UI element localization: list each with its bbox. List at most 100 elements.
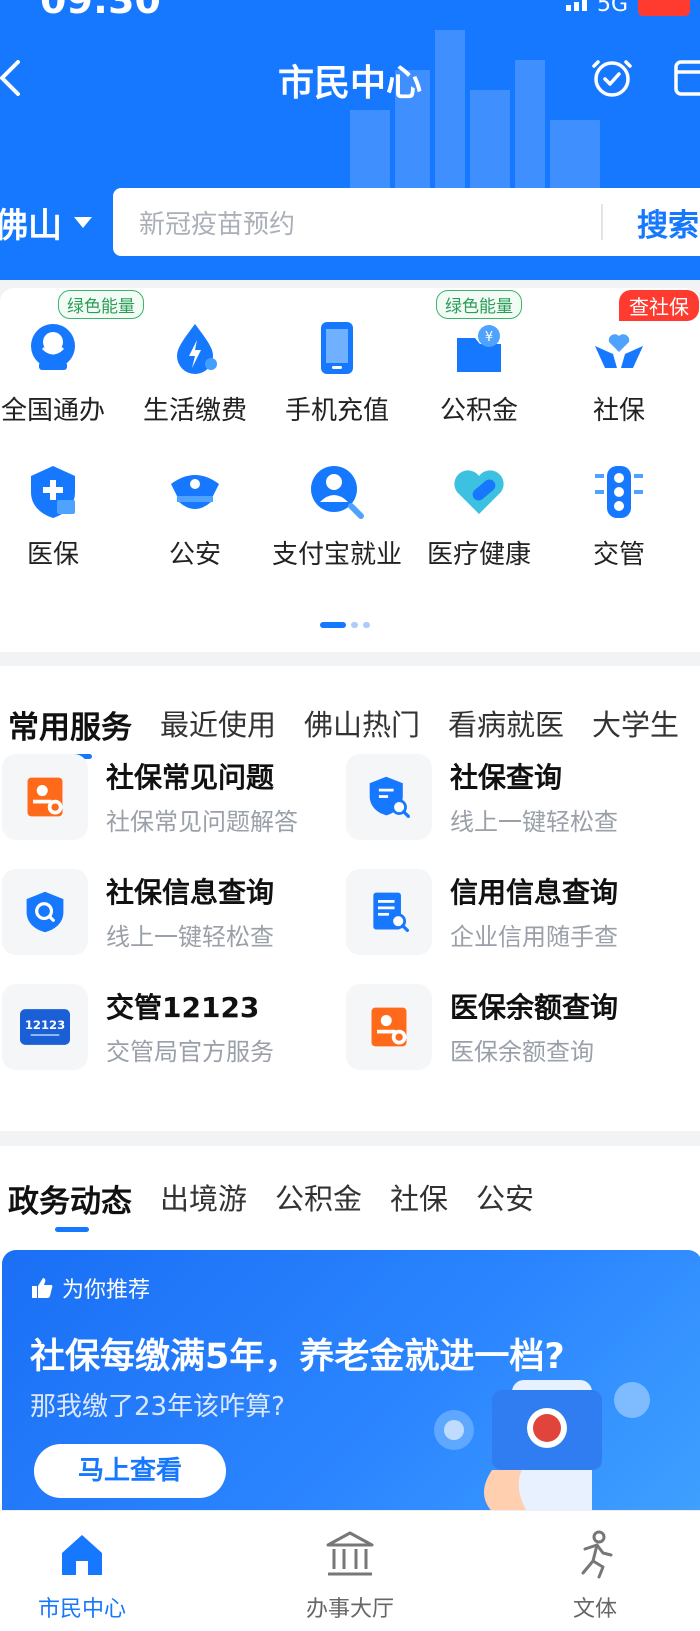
service-subtitle: 线上一键轻松查 xyxy=(450,808,618,836)
search-button[interactable]: 搜索 xyxy=(603,200,700,245)
phone-icon xyxy=(307,318,367,378)
service-medical-balance[interactable]: 医保余额查询 医保余额查询 xyxy=(346,984,686,1074)
nav-citizen-center[interactable]: 市民中心 xyxy=(2,1529,162,1623)
bottom-nav: 市民中心 办事大厅 文体 xyxy=(0,1510,700,1631)
nav-label: 市民中心 xyxy=(37,1597,126,1622)
nav-label: 办事大厅 xyxy=(305,1597,394,1622)
grid-item-employment[interactable]: 支付宝就业 xyxy=(262,462,412,571)
tab-recent[interactable]: 最近使用 xyxy=(160,702,276,747)
indicator-dot xyxy=(363,622,370,628)
banner-subtitle: 那我缴了23年该咋算? xyxy=(30,1392,285,1422)
service-social-query[interactable]: 社保查询 线上一键轻松查 xyxy=(346,754,686,844)
police-cap-icon xyxy=(165,462,225,522)
grid-label: 支付宝就业 xyxy=(271,540,402,570)
yen-folder-icon: 绿色能量 ¥ xyxy=(436,290,522,378)
grid-label: 社保 xyxy=(592,396,645,426)
svg-text:¥: ¥ xyxy=(485,330,493,345)
service-subtitle: 社保常见问题解答 xyxy=(106,808,298,836)
indicator-dot-active xyxy=(320,622,346,628)
service-title: 社保常见问题 xyxy=(106,761,275,794)
active-tab-indicator xyxy=(55,1227,89,1232)
grid-item-national[interactable]: 绿色能量 全国通办 xyxy=(0,290,144,427)
doc-search-icon xyxy=(346,869,432,955)
grid-item-phone-topup[interactable]: 手机充值 xyxy=(262,318,412,427)
status-time: 09:30 xyxy=(40,0,161,22)
recommend-banner[interactable]: 为你推荐 社保每缴满5年，养老金就进一档? 那我缴了23年该咋算? 马上查看 xyxy=(2,1250,700,1510)
lightning-drop-icon xyxy=(165,318,225,378)
tab-common-services[interactable]: 常用服务 xyxy=(8,702,132,747)
status-indicators: 5G xyxy=(565,0,690,17)
shield-search-icon xyxy=(2,869,88,955)
hands-heart-icon: 查社保 xyxy=(589,290,699,378)
person-search-icon xyxy=(307,462,367,522)
city-name: 佛山 xyxy=(0,206,62,246)
grid-label: 医保 xyxy=(26,540,79,570)
globe-service-icon: 绿色能量 xyxy=(23,290,144,378)
grid-label: 交管 xyxy=(592,540,645,570)
page-indicator xyxy=(320,622,370,628)
banner-tag-label: 为你推荐 xyxy=(62,1278,151,1303)
service-title: 交管12123 xyxy=(106,991,260,1024)
news-tabs: 政务动态 出境游 公积金 社保 公安 xyxy=(8,1176,534,1221)
service-title: 信用信息查询 xyxy=(450,876,619,909)
grid-item-traffic[interactable]: 交管 xyxy=(544,462,694,571)
medical-shield-icon xyxy=(23,462,83,522)
orange-card-icon xyxy=(2,754,88,840)
alarm-clock-icon[interactable] xyxy=(590,54,634,100)
grid-label: 手机充值 xyxy=(284,396,389,426)
grid-label: 医疗健康 xyxy=(426,540,531,570)
grid-item-utilities[interactable]: 生活缴费 xyxy=(120,318,270,427)
green-energy-badge: 绿色能量 xyxy=(58,290,144,319)
tab-medical[interactable]: 看病就医 xyxy=(448,702,564,747)
banner-tag: 为你推荐 xyxy=(30,1272,150,1304)
service-title: 医保余额查询 xyxy=(450,991,619,1024)
service-credit-query[interactable]: 信用信息查询 企业信用随手查 xyxy=(346,869,686,959)
common-services-section: 常用服务 最近使用 佛山热门 看病就医 大学生 社保常见问题 社保常见问题解答 … xyxy=(0,666,700,1131)
running-person-icon xyxy=(581,1530,613,1579)
orange-card-icon xyxy=(346,984,432,1070)
service-social-info-query[interactable]: 社保信息查询 线上一键轻松查 xyxy=(2,869,342,959)
grid-label: 公安 xyxy=(168,540,221,570)
service-social-faq[interactable]: 社保常见问题 社保常见问题解答 xyxy=(2,754,342,844)
indicator-dot xyxy=(351,622,358,628)
tab-outbound-travel[interactable]: 出境游 xyxy=(160,1176,247,1221)
city-selector[interactable]: 佛山 xyxy=(0,198,92,247)
service-title: 社保信息查询 xyxy=(106,876,275,909)
service-subtitle: 企业信用随手查 xyxy=(450,923,618,951)
nav-culture-sports[interactable]: 文体 xyxy=(515,1529,675,1623)
service-title: 社保查询 xyxy=(450,761,563,794)
nav-label: 文体 xyxy=(572,1597,617,1622)
tab-public-security[interactable]: 公安 xyxy=(476,1176,534,1221)
heart-pill-icon xyxy=(449,462,509,522)
grid-item-social-security[interactable]: 查社保 社保 xyxy=(544,290,699,427)
nav-service-hall[interactable]: 办事大厅 xyxy=(270,1529,430,1623)
news-section: 政务动态 出境游 公积金 社保 公安 为你推荐 社保每缴满5年，养老金就进一档?… xyxy=(0,1146,700,1510)
header: 09:30 5G 市民中心 佛山 新冠疫苗预约 搜索 xyxy=(0,0,700,280)
badge-12123-text: 12123 xyxy=(25,1018,65,1032)
thumbs-up-icon xyxy=(32,1278,53,1298)
network-label: 5G xyxy=(596,0,628,17)
tab-gov-news[interactable]: 政务动态 xyxy=(8,1176,132,1221)
grid-label: 生活缴费 xyxy=(142,396,247,426)
view-now-button[interactable]: 马上查看 xyxy=(34,1444,226,1498)
grid-item-police[interactable]: 公安 xyxy=(120,462,270,571)
grid-item-housing-fund[interactable]: 绿色能量 ¥ 公积金 xyxy=(404,290,554,427)
signal-icon xyxy=(565,0,587,11)
search-input[interactable]: 新冠疫苗预约 xyxy=(139,204,601,241)
shield-doc-search-icon xyxy=(346,754,432,840)
service-traffic-12123[interactable]: 12123 交管12123 交管局官方服务 xyxy=(2,984,342,1074)
tab-social-security[interactable]: 社保 xyxy=(390,1176,448,1221)
grid-item-health[interactable]: 医疗健康 xyxy=(404,462,554,571)
check-social-badge: 查社保 xyxy=(619,290,699,321)
service-subtitle: 交管局官方服务 xyxy=(106,1038,274,1066)
traffic-light-icon xyxy=(589,462,649,522)
tab-college[interactable]: 大学生 xyxy=(592,702,679,747)
service-grid: 绿色能量 全国通办 生活缴费 手机充值 绿色能量 ¥ 公积金 查社保 社保 医保… xyxy=(0,288,700,652)
grid-label: 公积金 xyxy=(439,396,518,426)
tab-foshan-hot[interactable]: 佛山热门 xyxy=(304,702,420,747)
document-icon[interactable] xyxy=(672,58,700,98)
phone-illustration xyxy=(434,1380,650,1510)
tab-housing-fund[interactable]: 公积金 xyxy=(275,1176,362,1221)
search-box[interactable]: 新冠疫苗预约 搜索 xyxy=(113,188,700,256)
grid-item-medical-insurance[interactable]: 医保 xyxy=(0,462,128,571)
